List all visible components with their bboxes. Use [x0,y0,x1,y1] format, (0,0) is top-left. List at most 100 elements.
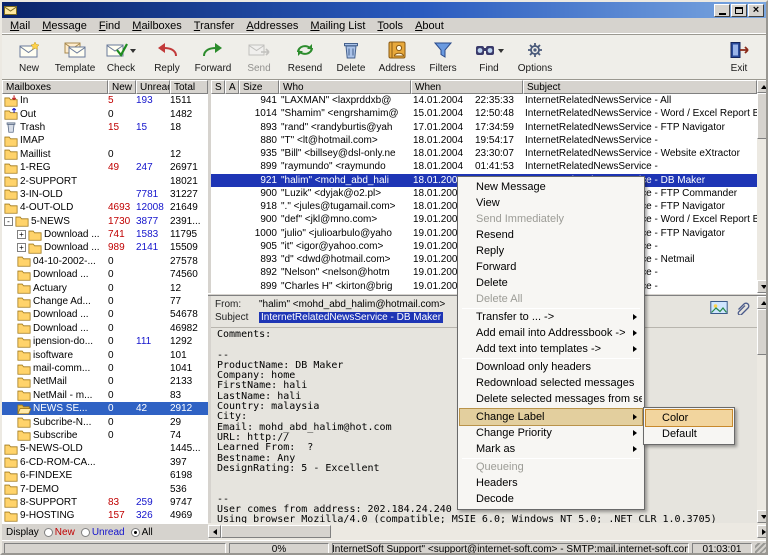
mailbox-row[interactable]: isoftware0101 [2,348,208,361]
menu-mailing-list[interactable]: Mailing List [304,19,371,33]
mailbox-row[interactable]: Subscribe074 [2,429,208,442]
mailbox-row[interactable]: 3-IN-OLD778131227 [2,188,208,201]
mailbox-row[interactable]: NetMail02133 [2,375,208,388]
messages-header-s[interactable]: S [211,80,225,94]
scrollbar-track[interactable] [757,139,768,280]
mailbox-row[interactable]: +Download ...741158311795 [2,228,208,241]
menu-mail[interactable]: Mail [4,19,36,33]
mailbox-row[interactable]: Download ...046982 [2,322,208,335]
mailbox-row[interactable]: 1-REG4924726971 [2,161,208,174]
pictures-icon[interactable] [709,299,729,316]
mailbox-row[interactable]: Download ...074560 [2,268,208,281]
scrollbar-thumb[interactable] [757,309,768,355]
display-option-unread[interactable]: Unread [81,527,125,538]
delete-button[interactable]: Delete [328,36,374,78]
address-button[interactable]: Address [374,36,420,78]
template-button[interactable]: Template [52,36,98,78]
message-list-scrollbar[interactable] [757,80,768,293]
message-row[interactable]: 893"rand" <randyburtis@yah17.01.200417:3… [211,121,757,134]
menu-transfer[interactable]: Transfer [188,19,241,33]
mailboxes-header-mailboxes[interactable]: Mailboxes [2,80,108,94]
mailbox-row[interactable]: 9-HOSTING1573264969 [2,509,208,522]
mailbox-row[interactable]: 2-SUPPORT18021 [2,174,208,187]
menu-message[interactable]: Message [36,19,93,33]
mailbox-row[interactable]: Out01482 [2,107,208,120]
mailbox-row[interactable]: 8-SUPPORT832599747 [2,496,208,509]
check-button[interactable]: Check [98,36,144,78]
mailbox-row[interactable]: IMAP [2,134,208,147]
context-menu-item-delete[interactable]: Delete [460,275,642,291]
scroll-down-icon[interactable] [757,280,768,293]
mailbox-row[interactable]: 04-10-2002-...027578 [2,255,208,268]
messages-header-who[interactable]: Who [279,80,411,94]
scroll-down-icon[interactable] [757,510,768,523]
mailbox-row[interactable]: Maillist012 [2,148,208,161]
radio-new-icon[interactable] [44,528,53,537]
scroll-up-icon[interactable] [757,296,768,309]
context-menu-item-view[interactable]: View [460,195,642,211]
mailbox-row[interactable]: Change Ad...077 [2,295,208,308]
mailbox-row[interactable]: 6-FINDEXE6198 [2,469,208,482]
close-button[interactable]: × [748,4,764,17]
scroll-right-icon[interactable] [757,525,768,538]
scrollbar-thumb[interactable] [757,93,768,139]
mailbox-row[interactable]: NEWS SE...0422912 [2,402,208,415]
context-menu-item-add-text-into-templates[interactable]: Add text into templates -> [460,341,642,357]
mailbox-row[interactable]: In51931511 [2,94,208,107]
horizontal-scrollbar[interactable] [208,523,768,540]
context-menu-item-headers[interactable]: Headers [460,475,642,491]
mailbox-row[interactable]: NetMail - m...083 [2,389,208,402]
messages-header-a[interactable]: A [225,80,239,94]
context-menu-item-change-label[interactable]: Change Label [460,409,642,425]
display-option-all[interactable]: All [131,527,153,538]
scrollbar-track[interactable] [757,355,768,510]
message-row[interactable]: 935"Bill" <billsey@dsl-only.ne18.01.2004… [211,147,757,160]
scroll-left-icon[interactable] [208,525,221,538]
messages-header-subject[interactable]: Subject [523,80,757,94]
check-dropdown-icon[interactable] [130,49,136,53]
preview-scrollbar[interactable] [757,296,768,523]
context-menu-item-queueing[interactable]: Queueing [460,459,642,475]
mailbox-row[interactable]: Download ...054678 [2,308,208,321]
menu-addresses[interactable]: Addresses [240,19,304,33]
context-menu-item-add-email-into-addressbook[interactable]: Add email into Addressbook -> [460,325,642,341]
tree-expander-icon[interactable]: + [17,243,26,252]
menu-about[interactable]: About [409,19,450,33]
context-menu-item-forward[interactable]: Forward [460,259,642,275]
mailbox-row[interactable]: 5-NEWS-OLD1445... [2,442,208,455]
menu-mailboxes[interactable]: Mailboxes [126,19,188,33]
find-dropdown-icon[interactable] [498,49,504,53]
context-menu-item-redownload-selected-messages[interactable]: Redownload selected messages [460,375,642,391]
context-menu-item-change-priority[interactable]: Change Priority [460,425,642,441]
message-row[interactable]: 899"raymundo" <raymundo18.01.200401:41:5… [211,160,757,173]
mailbox-row[interactable]: 6-CD-ROM-CA...397 [2,456,208,469]
exit-button[interactable]: Exit [716,36,762,78]
mailbox-row[interactable]: ipension-do...01111292 [2,335,208,348]
resize-grip[interactable] [755,543,768,555]
mailbox-row[interactable]: -5-NEWS173038772391... [2,215,208,228]
menu-find[interactable]: Find [93,19,126,33]
context-menu-item-send-immediately[interactable]: Send Immediately [460,211,642,227]
tree-expander-icon[interactable]: + [17,230,26,239]
submenu-item-default[interactable]: Default [646,426,732,442]
radio-unread-icon[interactable] [81,528,90,537]
mailbox-row[interactable]: 7-DEMO536 [2,482,208,495]
submenu-item-color[interactable]: Color [646,410,732,426]
context-menu-item-transfer-to[interactable]: Transfer to ... -> [460,309,642,325]
mailbox-row[interactable]: mail-comm...01041 [2,362,208,375]
forward-button[interactable]: Forward [190,36,236,78]
title-bar[interactable]: × [2,2,766,18]
mailboxes-header-unread[interactable]: Unread [136,80,170,94]
maximize-button[interactable] [731,4,747,17]
tree-expander-icon[interactable]: - [4,217,13,226]
scrollbar-thumb[interactable] [221,525,331,538]
message-row[interactable]: 941"LAXMAN" <laxprddxb@14.01.200422:35:3… [211,94,757,107]
context-menu-item-resend[interactable]: Resend [460,227,642,243]
mailbox-row[interactable]: 4-OUT-OLD46931200821649 [2,201,208,214]
context-menu-item-decode[interactable]: Decode [460,491,642,507]
context-menu-item-reply[interactable]: Reply [460,243,642,259]
filters-button[interactable]: Filters [420,36,466,78]
scroll-up-icon[interactable] [757,80,768,93]
attachment-icon[interactable] [733,299,753,316]
find-button[interactable]: Find [466,36,512,78]
